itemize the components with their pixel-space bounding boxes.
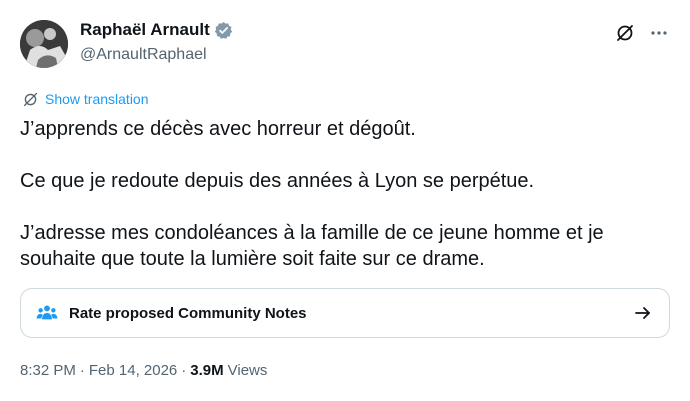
translate-icon — [23, 92, 38, 106]
display-name[interactable]: Raphaël Arnault — [80, 20, 210, 40]
show-translation-link[interactable]: Show translation — [22, 90, 149, 108]
tweet-paragraph: J’apprends ce décès avec horreur et dégo… — [20, 118, 416, 140]
views-label: Views — [227, 362, 268, 379]
tweet-meta: 8:32 PM · Feb 14, 2026 · 3.9M Views — [20, 361, 267, 381]
rate-community-notes-button[interactable]: Rate proposed Community Notes — [20, 288, 670, 338]
arrow-right-icon — [633, 303, 653, 323]
more-options-icon[interactable] — [648, 22, 670, 44]
grok-icon[interactable] — [614, 22, 636, 44]
people-icon — [35, 301, 59, 325]
tweet-text: J’apprends ce décès avec horreur et dégo… — [20, 116, 670, 272]
separator: · — [181, 362, 187, 379]
tweet-card: Raphaël Arnault @ArnaultRaphael Show tra… — [0, 0, 690, 401]
show-translation-label: Show translation — [45, 91, 149, 107]
tweet-paragraph: J’adresse mes condoléances à la famille … — [20, 222, 604, 270]
handle[interactable]: @ArnaultRaphael — [80, 45, 207, 65]
tweet-time[interactable]: 8:32 PM — [20, 361, 76, 381]
tweet-paragraph: Ce que je redoute depuis des années à Ly… — [20, 170, 535, 192]
rate-community-notes-label: Rate proposed Community Notes — [69, 304, 307, 322]
avatar[interactable] — [20, 20, 68, 68]
tweet-date[interactable]: Feb 14, 2026 — [89, 361, 177, 381]
separator: · — [79, 362, 85, 379]
views-count: 3.9M — [190, 362, 224, 379]
verified-badge-icon — [214, 21, 233, 40]
